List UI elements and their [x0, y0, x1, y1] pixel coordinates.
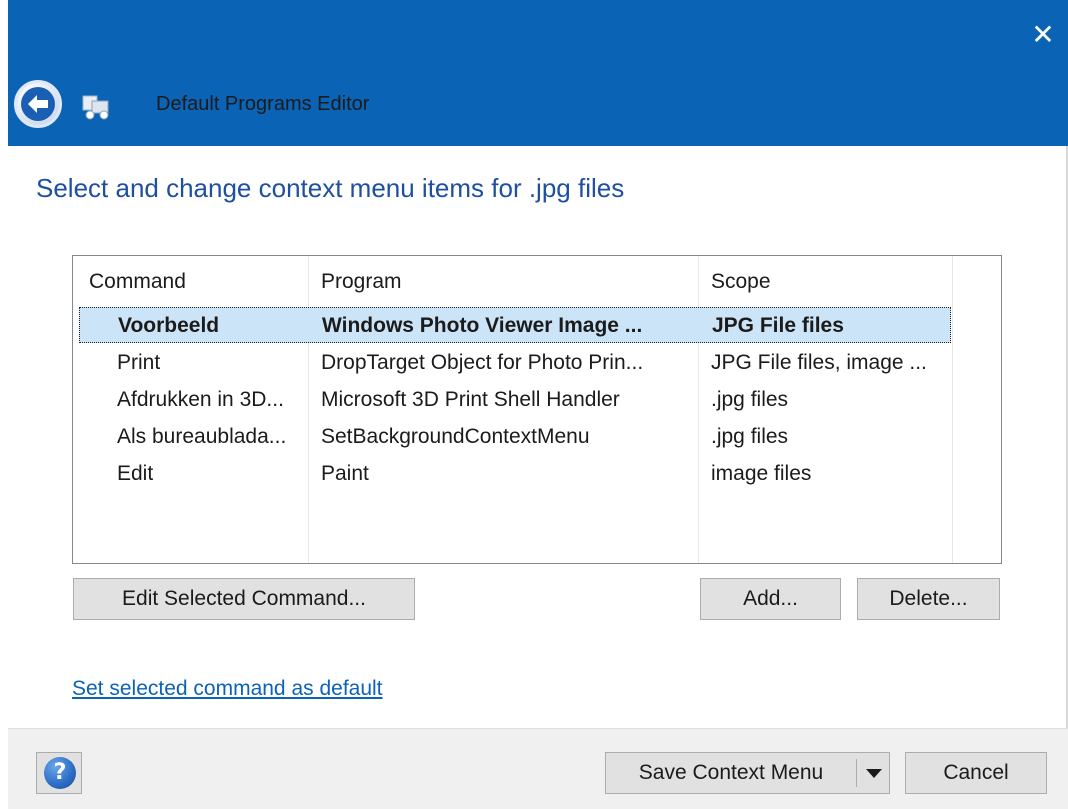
column-header-scope[interactable]: Scope: [695, 256, 952, 308]
help-button[interactable]: ?: [36, 752, 82, 794]
save-context-menu-label: Save Context Menu: [638, 761, 824, 784]
cell-command: Voorbeeld: [118, 314, 220, 337]
cell-scope: JPG File files: [712, 314, 844, 337]
window-title: Default Programs Editor: [156, 93, 370, 115]
cell-command: Edit: [117, 462, 154, 485]
back-arrow-icon: [21, 87, 55, 121]
set-default-link[interactable]: Set selected command as default: [72, 673, 383, 705]
cell-program: SetBackgroundContextMenu: [321, 425, 590, 448]
split-separator: [856, 759, 857, 787]
default-programs-icon: [80, 88, 114, 122]
context-menu-list[interactable]: Command Program Scope Voorbeeld Windows …: [72, 255, 1002, 564]
cell-scope: .jpg files: [711, 388, 789, 411]
cell-program: Microsoft 3D Print Shell Handler: [321, 388, 620, 411]
edit-selected-command-button[interactable]: Edit Selected Command...: [73, 578, 415, 620]
table-row[interactable]: Voorbeeld Windows Photo Viewer Image ...…: [79, 307, 951, 343]
cell-command: Afdrukken in 3D...: [117, 388, 284, 411]
title-bar: ✕ Default Programs Editor: [8, 0, 1068, 146]
column-header-program[interactable]: Program: [305, 256, 698, 308]
page-heading: Select and change context menu items for…: [36, 173, 625, 203]
cell-command: Als bureaublada...: [117, 425, 287, 448]
window-left-edge: [0, 0, 8, 809]
table-row[interactable]: Print DropTarget Object for Photo Prin..…: [79, 345, 951, 381]
cell-program: Windows Photo Viewer Image ...: [322, 314, 643, 337]
column-header-command[interactable]: Command: [73, 256, 308, 308]
close-icon[interactable]: ✕: [1028, 20, 1058, 50]
cell-program: DropTarget Object for Photo Prin...: [321, 351, 644, 374]
back-button[interactable]: [14, 80, 62, 128]
delete-button[interactable]: Delete...: [857, 578, 1000, 620]
cell-scope: .jpg files: [711, 425, 789, 448]
cancel-button[interactable]: Cancel: [905, 752, 1047, 794]
cell-program: Paint: [321, 462, 369, 485]
table-row[interactable]: Edit Paint image files: [79, 456, 951, 492]
column-divider: [952, 256, 953, 563]
table-row[interactable]: Als bureaublada... SetBackgroundContextM…: [79, 419, 951, 455]
cell-scope: JPG File files, image ...: [711, 351, 927, 374]
cell-scope: image files: [711, 462, 812, 485]
table-row[interactable]: Afdrukken in 3D... Microsoft 3D Print Sh…: [79, 382, 951, 418]
cell-command: Print: [117, 351, 161, 374]
chevron-down-icon[interactable]: [866, 769, 882, 778]
help-icon: ?: [44, 757, 76, 789]
save-context-menu-split-button[interactable]: Save Context Menu: [605, 752, 890, 794]
add-button[interactable]: Add...: [700, 578, 841, 620]
